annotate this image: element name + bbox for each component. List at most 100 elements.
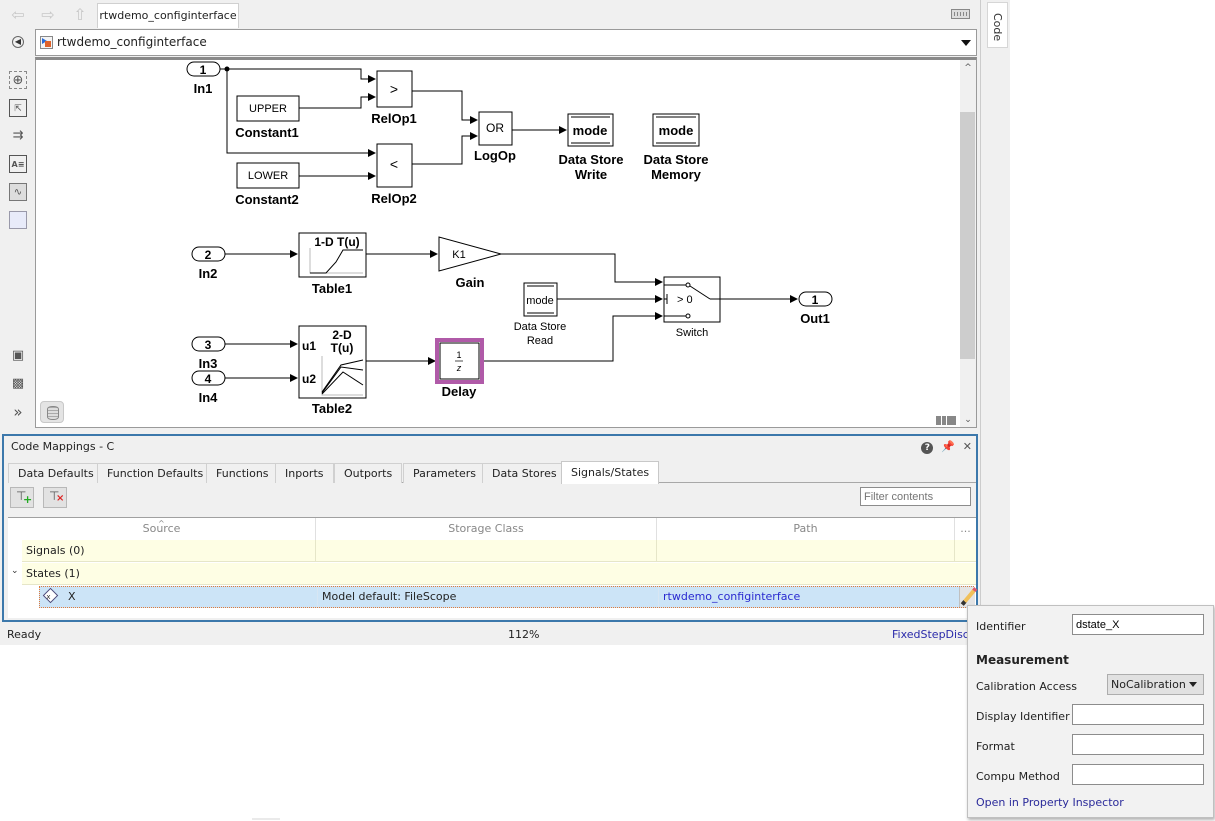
model-browser-icon[interactable]: ▩ [9,375,27,393]
help-icon[interactable]: ? [921,442,934,454]
simulink-editor: ⇦ ⇨ ⇧ rtwdemo_configinterface Code ◀ rtw… [0,0,1010,645]
zoom-in-icon[interactable]: ⊕ [9,71,27,89]
table1-block[interactable]: 1-D T(u) Table1 [298,232,367,296]
inport-in4[interactable]: 4 In4 [191,370,226,405]
identifier-input[interactable] [1072,614,1204,635]
logop-block[interactable]: OR LogOp [474,111,516,163]
solver-link[interactable]: FixedStepDiscrete [892,625,970,645]
diagram-canvas[interactable]: 1 In1 UPPER Constant1 LOWER Constant2 > … [35,57,977,428]
hide-explorer-icon[interactable]: ◀ [12,36,24,48]
column-options-button[interactable]: ... [955,518,976,540]
block-name: Memory [651,167,702,182]
block-name: In3 [199,356,218,371]
group-row-signals[interactable]: Signals (0) [22,540,976,562]
chevron-down-icon[interactable] [961,40,971,46]
arrow-up-icon[interactable]: ⇧ [70,6,90,24]
data-store-memory-block[interactable]: mode Data Store Memory [643,113,709,182]
inport-in2[interactable]: 2 In2 [191,246,226,281]
add-signal-button[interactable]: ⊤ + [10,487,34,508]
table-row[interactable]: X Model default: FileScope rtwdemo_confi… [39,586,975,608]
tab-inports[interactable]: Inports [275,463,334,483]
block-name: Switch [676,327,708,339]
inport-in1[interactable]: 1 In1 [186,61,221,96]
scrollbar-thumb[interactable] [960,112,975,359]
block-name: LogOp [474,148,516,163]
store-name: mode [573,123,608,138]
more-icon[interactable]: » [9,403,27,421]
block-name: Data Store [643,152,708,167]
address-path: rtwdemo_configinterface [57,35,207,49]
right-strip [980,0,1010,645]
compu-method-input[interactable] [1072,764,1204,785]
image-icon[interactable]: ∿ [9,183,27,201]
display-identifier-input[interactable] [1072,704,1204,725]
annotation-icon[interactable]: A≡ [9,155,27,173]
data-store-read-block[interactable]: mode Data Store Read [514,282,567,347]
calibration-access-label: Calibration Access [976,680,1078,693]
switch-block[interactable]: > 0 Switch [663,276,721,339]
keyboard-icon[interactable] [951,9,970,19]
x-icon: × [56,493,65,504]
vertical-scrollbar[interactable]: ^ ⌄ [960,60,976,427]
tab-data-stores[interactable]: Data Stores [482,463,567,483]
tab-signals-states[interactable]: Signals/States [561,461,660,484]
remove-signal-button[interactable]: ⊤ × [43,487,67,508]
delay-denominator: z [456,363,462,373]
tab-function-defaults[interactable]: Function Defaults [97,463,214,483]
arrow-left-icon[interactable]: ⇦ [8,6,28,24]
gain-block[interactable]: K1 Gain [438,236,503,290]
tab-outports[interactable]: Outports [334,463,403,483]
outport-out1[interactable]: 1 Out1 [798,291,833,326]
fit-to-view-icon[interactable]: ⇱ [9,99,27,117]
identifier-label: Identifier [976,620,1026,633]
block-name: Table1 [312,281,352,296]
delay-block[interactable]: 1 z Delay [435,338,484,399]
block-name: Write [575,167,607,182]
column-header-source[interactable]: ^ Source [8,518,316,540]
table-title: 2-D [332,328,352,342]
path-link[interactable]: rtwdemo_configinterface [658,587,800,607]
arrow-right-icon[interactable]: ⇨ [38,6,58,24]
block-name: Constant2 [235,192,299,207]
file-tab[interactable]: rtwdemo_configinterface [97,3,239,28]
chevron-down-icon[interactable]: ⌄ [11,566,19,576]
code-side-tab[interactable]: Code [987,2,1008,48]
tab-parameters[interactable]: Parameters [403,463,486,483]
display-identifier-label: Display Identifier [976,710,1070,723]
relop1-block[interactable]: > RelOp1 [371,70,417,126]
inport-in3[interactable]: 3 In3 [191,336,226,371]
address-bar[interactable]: rtwdemo_configinterface [35,29,977,56]
tab-functions[interactable]: Functions [206,463,279,483]
screenshot-icon[interactable]: ▣ [9,347,27,365]
filter-input[interactable] [860,487,971,506]
group-row-states[interactable]: States (1) [22,563,976,585]
route-lines-icon[interactable]: ⇉ [9,127,27,145]
columns-icon[interactable] [936,416,956,425]
relop2-block[interactable]: < RelOp2 [371,143,417,206]
column-header-storage-class[interactable]: Storage Class [316,518,657,540]
scroll-down-icon[interactable]: ⌄ [963,415,973,425]
zoom-level[interactable]: 112% [508,625,539,645]
data-store-icon[interactable] [40,401,64,423]
panel-title: Code Mappings - C [11,440,115,453]
table2-block[interactable]: 2-D T(u) u1 u2 Table2 [298,325,367,416]
port-number: 1 [200,63,207,77]
delay-numerator: 1 [456,350,461,360]
chevron-down-icon [1189,682,1197,687]
storage-class-cell[interactable]: Model default: FileScope [317,587,456,607]
calibration-access-select[interactable]: NoCalibration [1107,674,1204,695]
data-store-write-block[interactable]: mode Data Store Write [558,113,624,182]
pin-icon[interactable]: 📌 [941,440,955,453]
close-icon[interactable]: ✕ [963,440,972,453]
open-property-inspector-link[interactable]: Open in Property Inspector [976,796,1124,809]
area-icon[interactable] [9,211,27,229]
state-icon [42,587,59,604]
constant1-block[interactable]: UPPER Constant1 [235,95,300,140]
column-header-path[interactable]: Path [657,518,955,540]
format-input[interactable] [1072,734,1204,755]
tab-data-defaults[interactable]: Data Defaults [8,463,104,483]
pencil-icon[interactable] [959,587,975,607]
sort-icon: ^ [158,519,165,528]
scroll-up-icon[interactable]: ^ [963,63,973,73]
constant2-block[interactable]: LOWER Constant2 [235,162,300,207]
